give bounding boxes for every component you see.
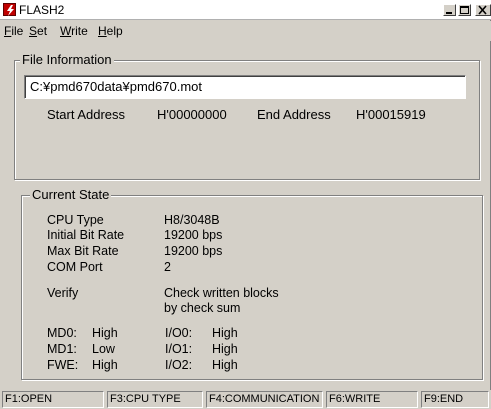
start-address-label: Start Address bbox=[47, 107, 126, 122]
close-icon bbox=[478, 5, 487, 15]
fwe-label: FWE: bbox=[47, 358, 79, 372]
menu-help[interactable]: Help bbox=[98, 24, 123, 38]
io0-value: High bbox=[212, 326, 238, 340]
flash2-window: FLASH2 File Set Write Help File Informat… bbox=[0, 0, 491, 409]
initial-bit-rate-label: Initial Bit Rate bbox=[47, 228, 125, 242]
md0-value: High bbox=[92, 326, 118, 340]
max-bit-rate-value: 19200 bps bbox=[164, 244, 223, 258]
com-port-value: 2 bbox=[164, 260, 171, 274]
menu-help-mnemonic: H bbox=[98, 24, 107, 38]
status-f6-write[interactable]: F6:WRITE bbox=[326, 391, 418, 408]
maximize-icon bbox=[460, 6, 469, 14]
menu-help-label: elp bbox=[106, 24, 123, 38]
menu-set[interactable]: Set bbox=[29, 24, 47, 38]
flash-bolt-icon[interactable] bbox=[3, 3, 16, 16]
minimize-icon bbox=[446, 12, 452, 14]
menu-set-mnemonic: S bbox=[29, 24, 38, 38]
com-port-label: COM Port bbox=[47, 260, 103, 274]
status-f9-end[interactable]: F9:END bbox=[421, 391, 489, 408]
verify-value-line2: by check sum bbox=[164, 301, 241, 315]
current-state-label: Current State bbox=[30, 187, 112, 202]
status-f3-cpu-type[interactable]: F3:CPU TYPE bbox=[107, 391, 203, 408]
maximize-button[interactable] bbox=[458, 4, 471, 16]
file-path-field[interactable]: C:¥pmd670data¥pmd670.mot bbox=[24, 75, 466, 99]
menu-file-label: ile bbox=[11, 24, 24, 38]
end-address-value: H'00015919 bbox=[356, 107, 426, 122]
title-bar[interactable]: FLASH2 bbox=[0, 0, 491, 20]
menu-set-label: et bbox=[37, 24, 48, 38]
md1-label: MD1: bbox=[47, 342, 77, 356]
end-address-label: End Address bbox=[257, 107, 331, 122]
file-information-label: File Information bbox=[20, 52, 114, 67]
menu-write-mnemonic: W bbox=[60, 24, 72, 38]
status-f4-communication[interactable]: F4:COMMUNICATION bbox=[206, 391, 323, 408]
window-title: FLASH2 bbox=[19, 3, 65, 17]
max-bit-rate-label: Max Bit Rate bbox=[47, 244, 119, 258]
io1-label: I/O1: bbox=[165, 342, 193, 356]
md0-label: MD0: bbox=[47, 326, 77, 340]
io2-label: I/O2: bbox=[165, 358, 193, 372]
io1-value: High bbox=[212, 342, 238, 356]
io0-label: I/O0: bbox=[165, 326, 193, 340]
io2-value: High bbox=[212, 358, 238, 372]
verify-label: Verify bbox=[47, 286, 79, 300]
menu-bar: File Set Write Help bbox=[0, 21, 491, 41]
cpu-type-value: H8/3048B bbox=[164, 213, 220, 227]
close-button[interactable] bbox=[475, 4, 491, 16]
md1-value: Low bbox=[92, 342, 115, 356]
minimize-button[interactable] bbox=[443, 4, 456, 16]
status-bar: F1:OPEN F3:CPU TYPE F4:COMMUNICATION F6:… bbox=[0, 390, 491, 409]
menu-write[interactable]: Write bbox=[60, 24, 88, 38]
verify-value-line1: Check written blocks bbox=[164, 286, 279, 300]
cpu-type-label: CPU Type bbox=[47, 213, 104, 227]
initial-bit-rate-value: 19200 bps bbox=[164, 228, 223, 242]
menu-write-label: rite bbox=[71, 24, 88, 38]
status-f1-open[interactable]: F1:OPEN bbox=[2, 391, 104, 408]
menu-file[interactable]: File bbox=[4, 24, 23, 38]
fwe-value: High bbox=[92, 358, 118, 372]
start-address-value: H'00000000 bbox=[157, 107, 227, 122]
